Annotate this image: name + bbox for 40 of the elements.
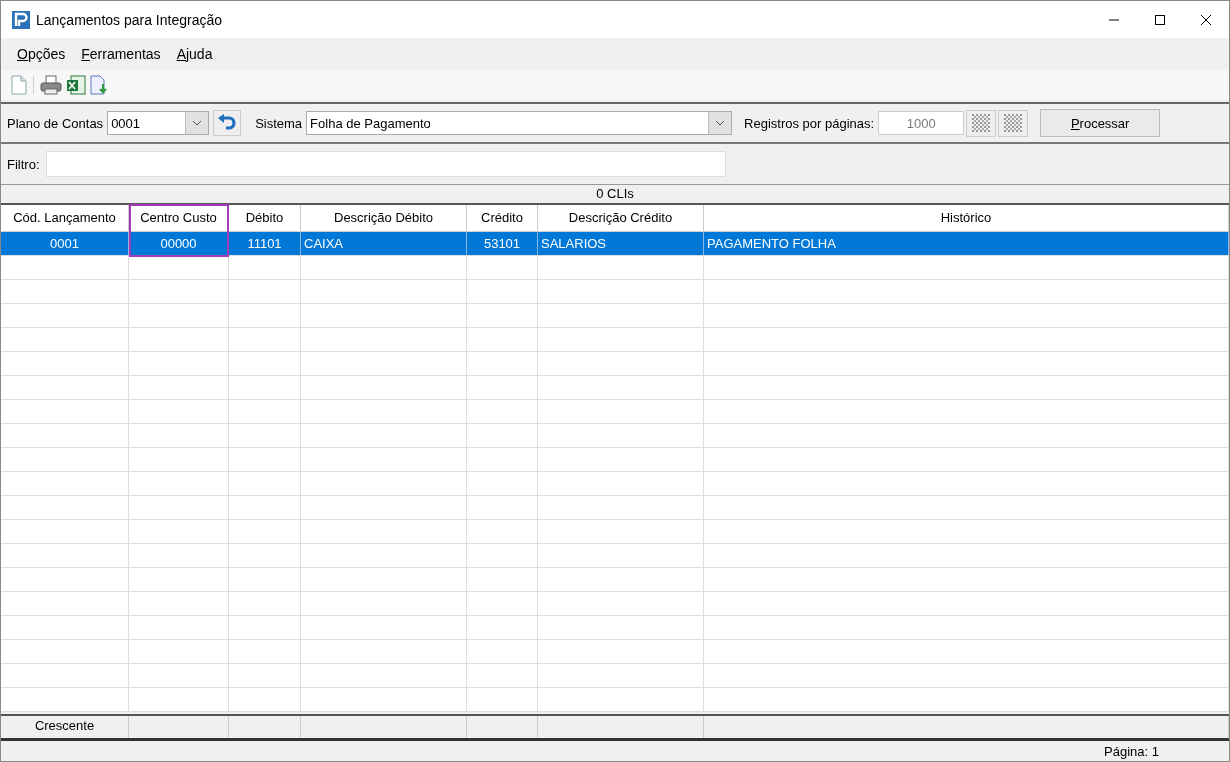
column-header[interactable]: Centro Custo: [129, 205, 229, 231]
app-logo-icon: [12, 10, 30, 29]
menu-item[interactable]: Opções: [9, 46, 74, 62]
sort-order-label: Crescente: [34, 718, 95, 733]
maximize-icon: [1154, 13, 1166, 26]
records-per-page-label: Registros por páginas:: [744, 115, 875, 131]
chevron-down-icon: [715, 120, 726, 126]
document-download-icon[interactable]: [90, 75, 108, 95]
menu-item[interactable]: Ajuda: [168, 46, 221, 62]
column-header[interactable]: Cód. Lançamento: [1, 205, 129, 231]
window-title: Lançamentos para Integração: [36, 11, 223, 28]
filter-label: Filtro:: [7, 156, 40, 172]
undo-button[interactable]: [213, 110, 242, 136]
system-dropdown[interactable]: Folha de Pagamento: [306, 111, 733, 135]
new-document-icon[interactable]: [11, 75, 27, 95]
table-cell: SALARIOS: [538, 232, 704, 255]
table-row[interactable]: 0001 00000 11101 CAIXA 53101 SALARIOS PAGAMENTO FOLHA: [1, 232, 1229, 256]
process-button[interactable]: Processar: [1040, 109, 1161, 137]
chart-of-accounts-label: Plano de Contas: [7, 115, 104, 131]
column-header[interactable]: Descrição Débito: [301, 205, 467, 231]
table-cell: 11101: [229, 232, 301, 255]
spreadsheet-export-icon[interactable]: [66, 75, 86, 95]
chevron-down-icon: [192, 120, 203, 126]
table-cell: 00000: [129, 232, 229, 255]
chart-of-accounts-dropdown[interactable]: 0001: [107, 111, 210, 135]
column-header[interactable]: Descrição Crédito: [538, 205, 704, 231]
table-cell: PAGAMENTO FOLHA: [704, 232, 1229, 255]
table-cell: 53101: [467, 232, 538, 255]
table-cell: CAIXA: [301, 232, 467, 255]
column-header[interactable]: Crédito: [467, 205, 538, 231]
column-header[interactable]: Histórico: [704, 205, 1229, 231]
table-cell: 0001: [1, 232, 129, 255]
close-icon: [1200, 13, 1212, 26]
filter-field[interactable]: [45, 151, 726, 177]
records-per-page-field[interactable]: 1000: [878, 111, 965, 135]
printer-icon[interactable]: [40, 75, 62, 95]
menu-item[interactable]: Ferramentas: [73, 46, 169, 62]
page-indicator: Página: 1: [1104, 743, 1159, 759]
column-header[interactable]: Débito: [229, 205, 301, 231]
system-label: Sistema: [255, 115, 303, 131]
